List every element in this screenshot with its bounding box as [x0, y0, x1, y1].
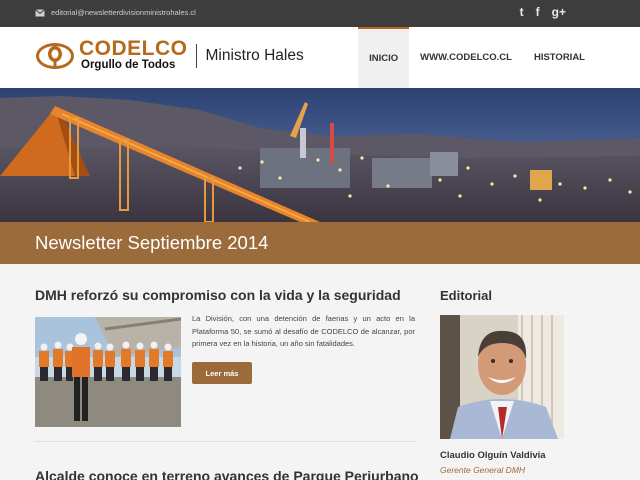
email-text: editorial@newsletterdivisionministrohale… — [51, 8, 196, 17]
top-bar: editorial@newsletterdivisionministrohale… — [0, 0, 640, 27]
article-divider — [35, 441, 415, 442]
main-nav: INICIO WWW.CODELCO.CL HISTORIAL — [358, 27, 596, 88]
brand-tagline: Orgullo de Todos — [81, 59, 176, 71]
facebook-icon[interactable]: f — [536, 5, 540, 19]
logo-divider — [195, 43, 197, 68]
read-more-button[interactable]: Leer más — [192, 362, 252, 384]
nav-item-historial[interactable]: HISTORIAL — [523, 27, 596, 88]
google-plus-icon[interactable]: g+ — [552, 5, 566, 19]
twitter-icon[interactable]: t — [520, 5, 524, 19]
codelco-logo[interactable]: CODELCO Orgullo de Todos Ministro Hales — [35, 37, 304, 72]
mine-night-photo — [0, 88, 640, 222]
site-header: CODELCO Orgullo de Todos Ministro Hales … — [0, 27, 640, 88]
workers-photo — [35, 317, 181, 427]
article-title[interactable]: DMH reforzó su compromiso con la vida y … — [35, 287, 401, 303]
editorial-heading: Editorial — [440, 288, 493, 303]
article-photo[interactable] — [35, 317, 181, 427]
division-name: Ministro Hales — [205, 46, 304, 64]
editor-role: Gerente General DMH — [440, 465, 526, 475]
brand-name: CODELCO — [79, 37, 188, 60]
nav-item-inicio[interactable]: INICIO — [358, 27, 410, 88]
hero-image — [0, 88, 640, 222]
email-link[interactable]: editorial@newsletterdivisionministrohale… — [35, 8, 196, 17]
newsletter-title: Newsletter Septiembre 2014 — [35, 232, 269, 253]
editor-name: Claudio Olguín Valdivia — [440, 450, 546, 461]
article-summary: La División, con una detención de faenas… — [192, 314, 415, 348]
editor-photo[interactable] — [440, 315, 564, 439]
social-links: t f g+ — [520, 5, 566, 19]
article-title-2[interactable]: Alcalde conoce en terreno avances de Par… — [35, 468, 419, 480]
nav-item-codelco[interactable]: WWW.CODELCO.CL — [409, 27, 523, 88]
newsletter-banner: Newsletter Septiembre 2014 — [0, 222, 640, 264]
portrait-photo — [440, 315, 564, 439]
envelope-icon — [35, 8, 45, 16]
codelco-emblem-icon — [36, 42, 74, 69]
